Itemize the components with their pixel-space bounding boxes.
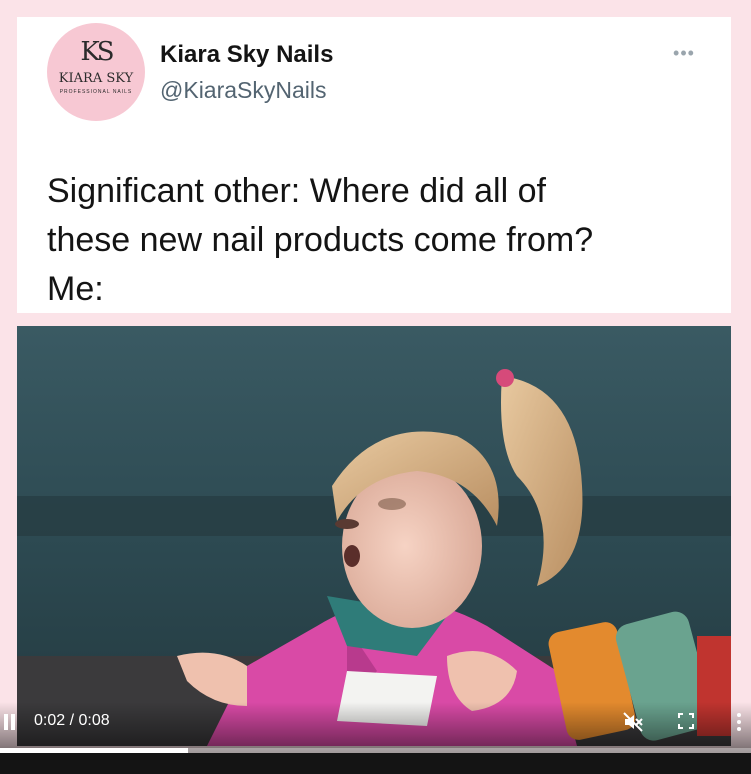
time-display: 0:02 / 0:08 (34, 712, 110, 729)
avatar-monogram: KS (80, 37, 114, 67)
avatar[interactable]: KS KIARA SKY PROFESSIONAL NAILS (47, 23, 145, 121)
avatar-subtitle: PROFESSIONAL NAILS (59, 89, 133, 95)
avatar-brand: KIARA SKY (58, 71, 134, 86)
display-name[interactable]: Kiara Sky Nails (160, 41, 333, 69)
video-frame (17, 326, 731, 746)
more-vertical-icon[interactable] (736, 713, 742, 731)
fullscreen-icon[interactable] (678, 713, 694, 729)
video-player[interactable] (17, 326, 731, 746)
user-handle[interactable]: @KiaraSkyNails (160, 77, 327, 104)
bottom-bar (0, 753, 751, 774)
tweet-text: Significant other: Where did all of thes… (47, 172, 594, 308)
page: KS KIARA SKY PROFESSIONAL NAILS Kiara Sk… (0, 0, 751, 774)
pause-icon[interactable] (2, 714, 18, 732)
tweet-card: KS KIARA SKY PROFESSIONAL NAILS Kiara Sk… (17, 17, 731, 313)
muted-speaker-icon[interactable] (622, 711, 644, 733)
more-options-icon[interactable]: ••• (669, 44, 699, 62)
